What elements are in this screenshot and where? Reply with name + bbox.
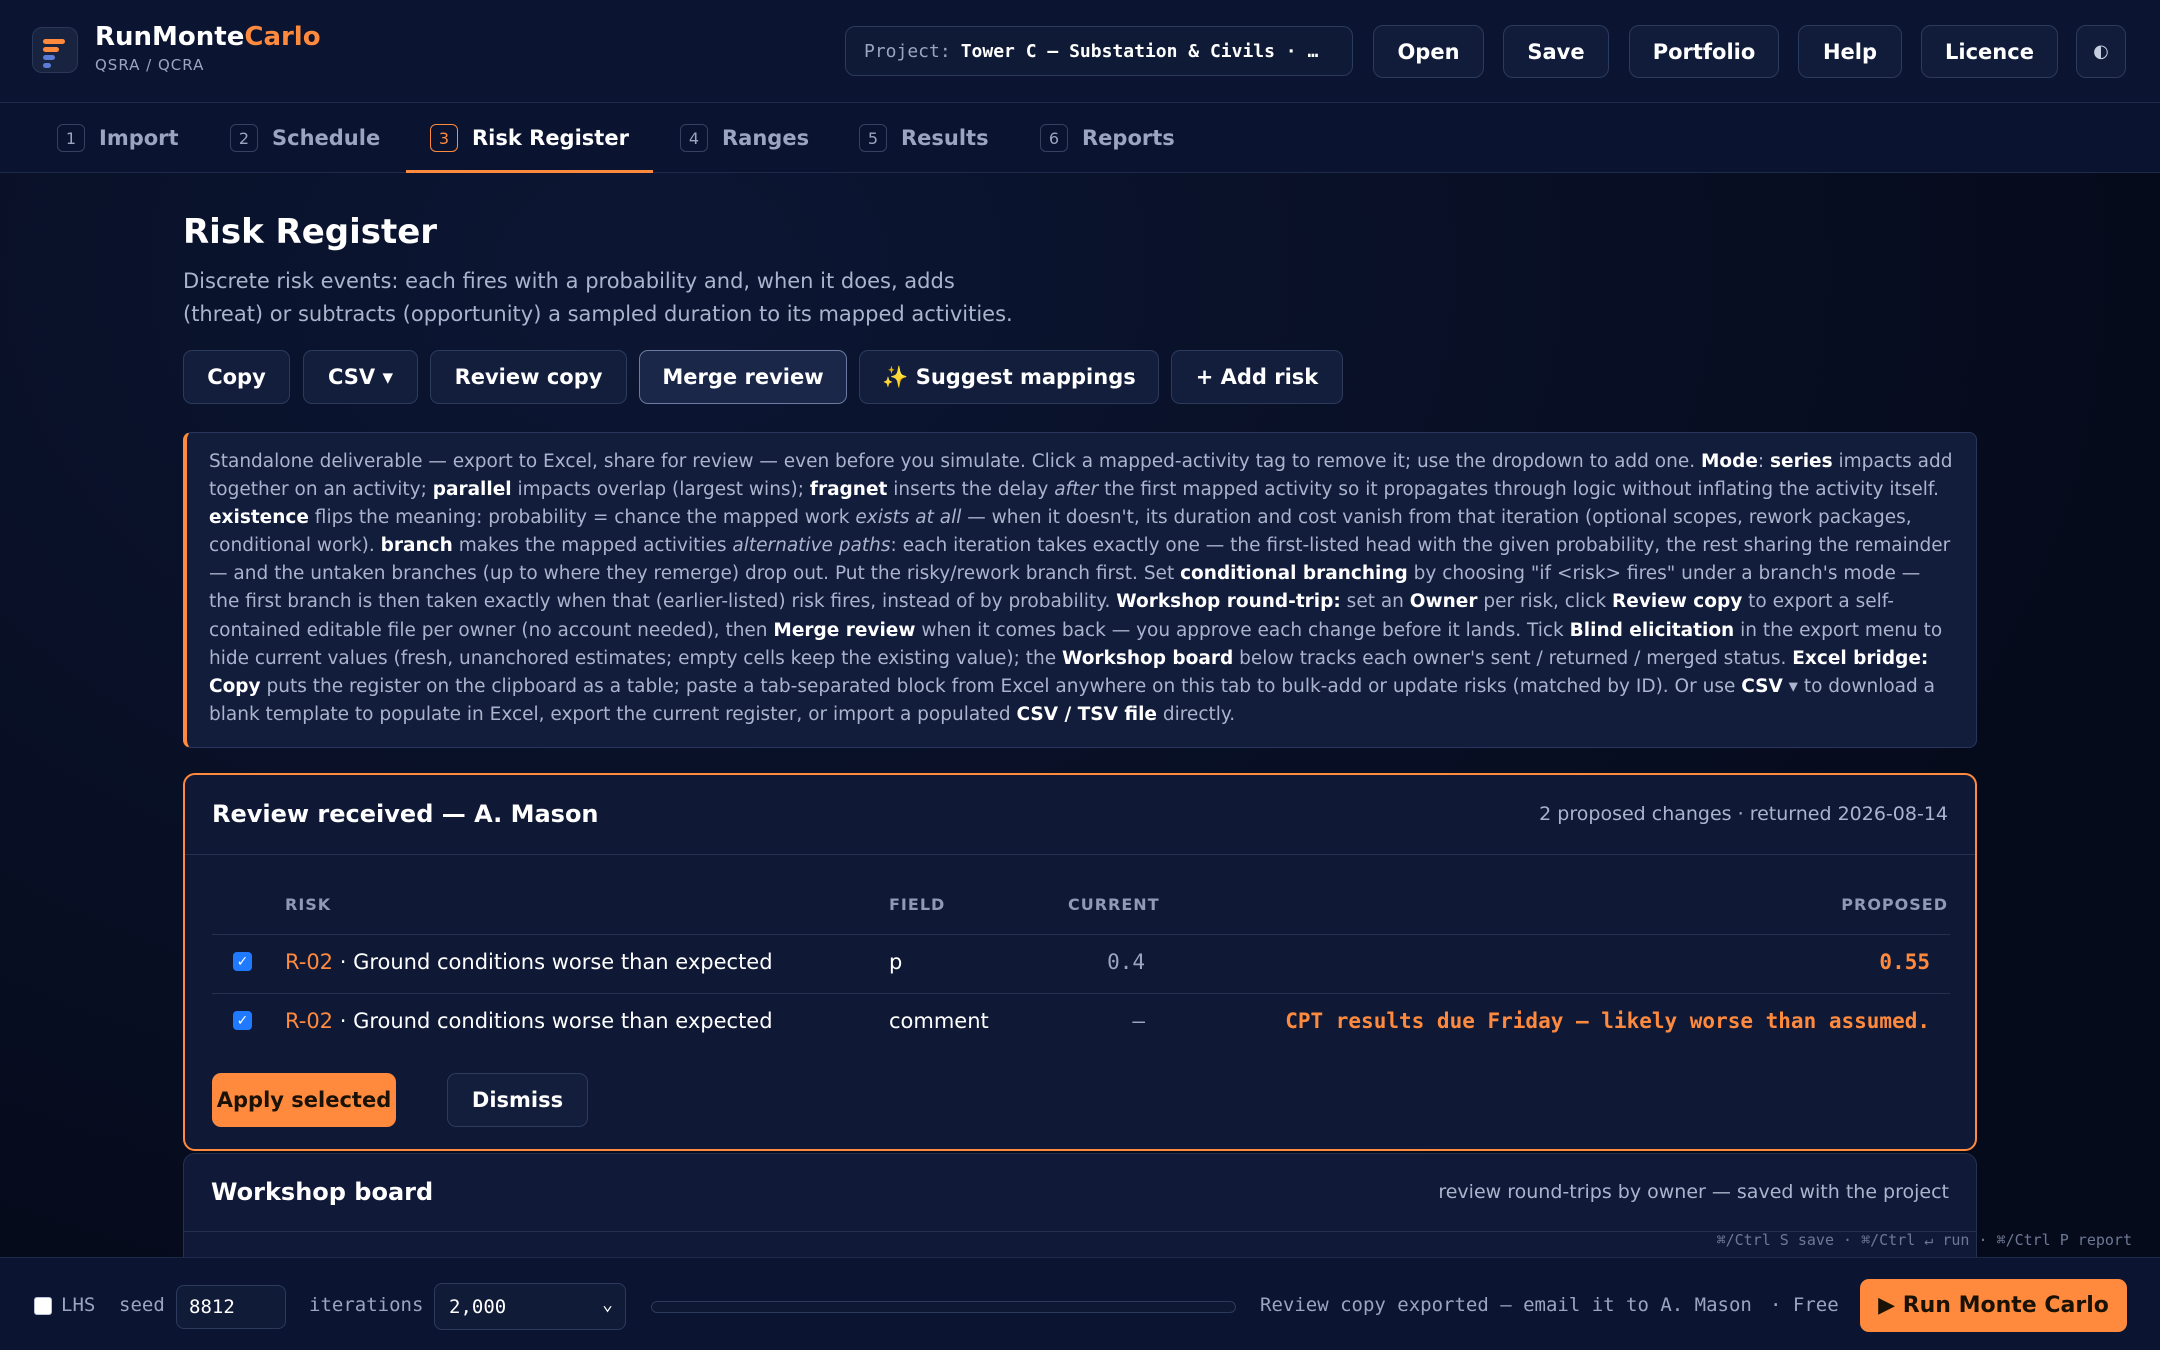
- workshop-board-header: Workshop board review round-trips by own…: [184, 1154, 1976, 1232]
- risk-cell[interactable]: R-02 · Ground conditions worse than expe…: [285, 1009, 773, 1033]
- column-header-field: FIELD: [889, 895, 946, 914]
- app-logo-icon: [32, 27, 78, 73]
- column-header-proposed: PROPOSED: [1841, 895, 1948, 914]
- row-select-checkbox[interactable]: ✓: [233, 952, 252, 971]
- review-copy-button[interactable]: Review copy: [430, 350, 627, 404]
- portfolio-button[interactable]: Portfolio: [1629, 25, 1779, 78]
- top-bar: RunMonteCarlo QSRA / QCRA Project: Tower…: [0, 0, 2160, 103]
- brand-subtitle: QSRA / QCRA: [95, 56, 205, 74]
- iterations-label: iterations: [309, 1294, 424, 1316]
- licence-button[interactable]: Licence: [1921, 25, 2058, 78]
- lhs-checkbox[interactable]: [34, 1297, 52, 1315]
- keyboard-shortcuts-hint: ⌘/Ctrl S save · ⌘/Ctrl ↵ run · ⌘/Ctrl P …: [1716, 1231, 2132, 1249]
- tab-results[interactable]: 5 Results: [859, 103, 989, 173]
- risk-cell[interactable]: R-02 · Ground conditions worse than expe…: [285, 950, 773, 974]
- project-selector[interactable]: Project: Tower C — Substation & Civils ·…: [845, 26, 1353, 76]
- tab-ranges[interactable]: 4 Ranges: [680, 103, 809, 173]
- column-header-risk: RISK: [285, 895, 332, 914]
- brand-name: RunMonteCarlo: [95, 22, 321, 52]
- row-select-checkbox[interactable]: ✓: [233, 1011, 252, 1030]
- status-message: Review copy exported — email it to A. Ma…: [1260, 1294, 1752, 1316]
- bottom-run-bar: LHS seed 8812 iterations 2,000 ⌄ Review …: [0, 1257, 2160, 1350]
- field-cell: comment: [889, 1009, 989, 1033]
- current-value-cell: –: [1132, 1009, 1145, 1033]
- add-risk-button[interactable]: + Add risk: [1171, 350, 1343, 404]
- chevron-down-icon: ⌄: [602, 1294, 613, 1315]
- suggest-mappings-button[interactable]: ✨ Suggest mappings: [859, 350, 1159, 404]
- review-received-panel: Review received — A. Mason 2 proposed ch…: [183, 773, 1977, 1151]
- theme-toggle-button[interactable]: ◐: [2076, 25, 2126, 78]
- proposed-value-cell: CPT results due Friday — likely worse th…: [1285, 1009, 1930, 1033]
- column-header-current: CURRENT: [1068, 895, 1160, 914]
- tab-risk-register[interactable]: 3 Risk Register: [406, 103, 653, 173]
- project-label: Project:: [864, 40, 951, 62]
- dismiss-button[interactable]: Dismiss: [447, 1073, 588, 1127]
- proposed-value-cell: 0.55: [1879, 950, 1930, 974]
- lhs-label: LHS: [61, 1294, 96, 1316]
- half-moon-icon: ◐: [2093, 41, 2109, 62]
- help-callout: Standalone deliverable — export to Excel…: [183, 432, 1977, 748]
- simulation-progress-bar: [651, 1301, 1236, 1313]
- tab-reports[interactable]: 6 Reports: [1040, 103, 1175, 173]
- run-monte-carlo-button[interactable]: ▶ Run Monte Carlo: [1860, 1279, 2127, 1332]
- copy-button[interactable]: Copy: [183, 350, 290, 404]
- save-button[interactable]: Save: [1503, 25, 1609, 78]
- csv-dropdown-button[interactable]: CSV ▾: [303, 350, 418, 404]
- merge-review-button[interactable]: Merge review: [639, 350, 847, 404]
- plan-badge: · Free: [1770, 1294, 1839, 1316]
- field-cell: p: [889, 950, 903, 974]
- workshop-board-title: Workshop board: [211, 1178, 434, 1206]
- table-divider: [212, 934, 1950, 935]
- help-button[interactable]: Help: [1798, 25, 1902, 78]
- tab-import[interactable]: 1 Import: [57, 103, 179, 173]
- page-description: Discrete risk events: each fires with a …: [183, 269, 1013, 326]
- workshop-board-meta: review round-trips by owner — saved with…: [1438, 1181, 1949, 1203]
- open-button[interactable]: Open: [1373, 25, 1484, 78]
- apply-selected-button[interactable]: Apply selected: [212, 1073, 396, 1127]
- seed-label: seed: [119, 1294, 165, 1316]
- review-panel-title: Review received — A. Mason: [212, 800, 599, 828]
- iterations-select[interactable]: 2,000 ⌄: [434, 1283, 626, 1330]
- page-title: Risk Register: [183, 212, 438, 252]
- current-value-cell: 0.4: [1107, 950, 1145, 974]
- review-panel-meta: 2 proposed changes · returned 2026-08-14: [1539, 803, 1948, 825]
- brand: RunMonteCarlo QSRA / QCRA: [95, 22, 321, 74]
- project-name: Tower C — Substation & Civils · …: [960, 40, 1319, 62]
- table-divider: [212, 993, 1950, 994]
- seed-input[interactable]: 8812: [176, 1285, 286, 1329]
- tab-schedule[interactable]: 2 Schedule: [230, 103, 380, 173]
- review-panel-header: Review received — A. Mason 2 proposed ch…: [185, 775, 1975, 855]
- step-tabs: 1 Import 2 Schedule 3 Risk Register 4 Ranges…: [0, 103, 2160, 173]
